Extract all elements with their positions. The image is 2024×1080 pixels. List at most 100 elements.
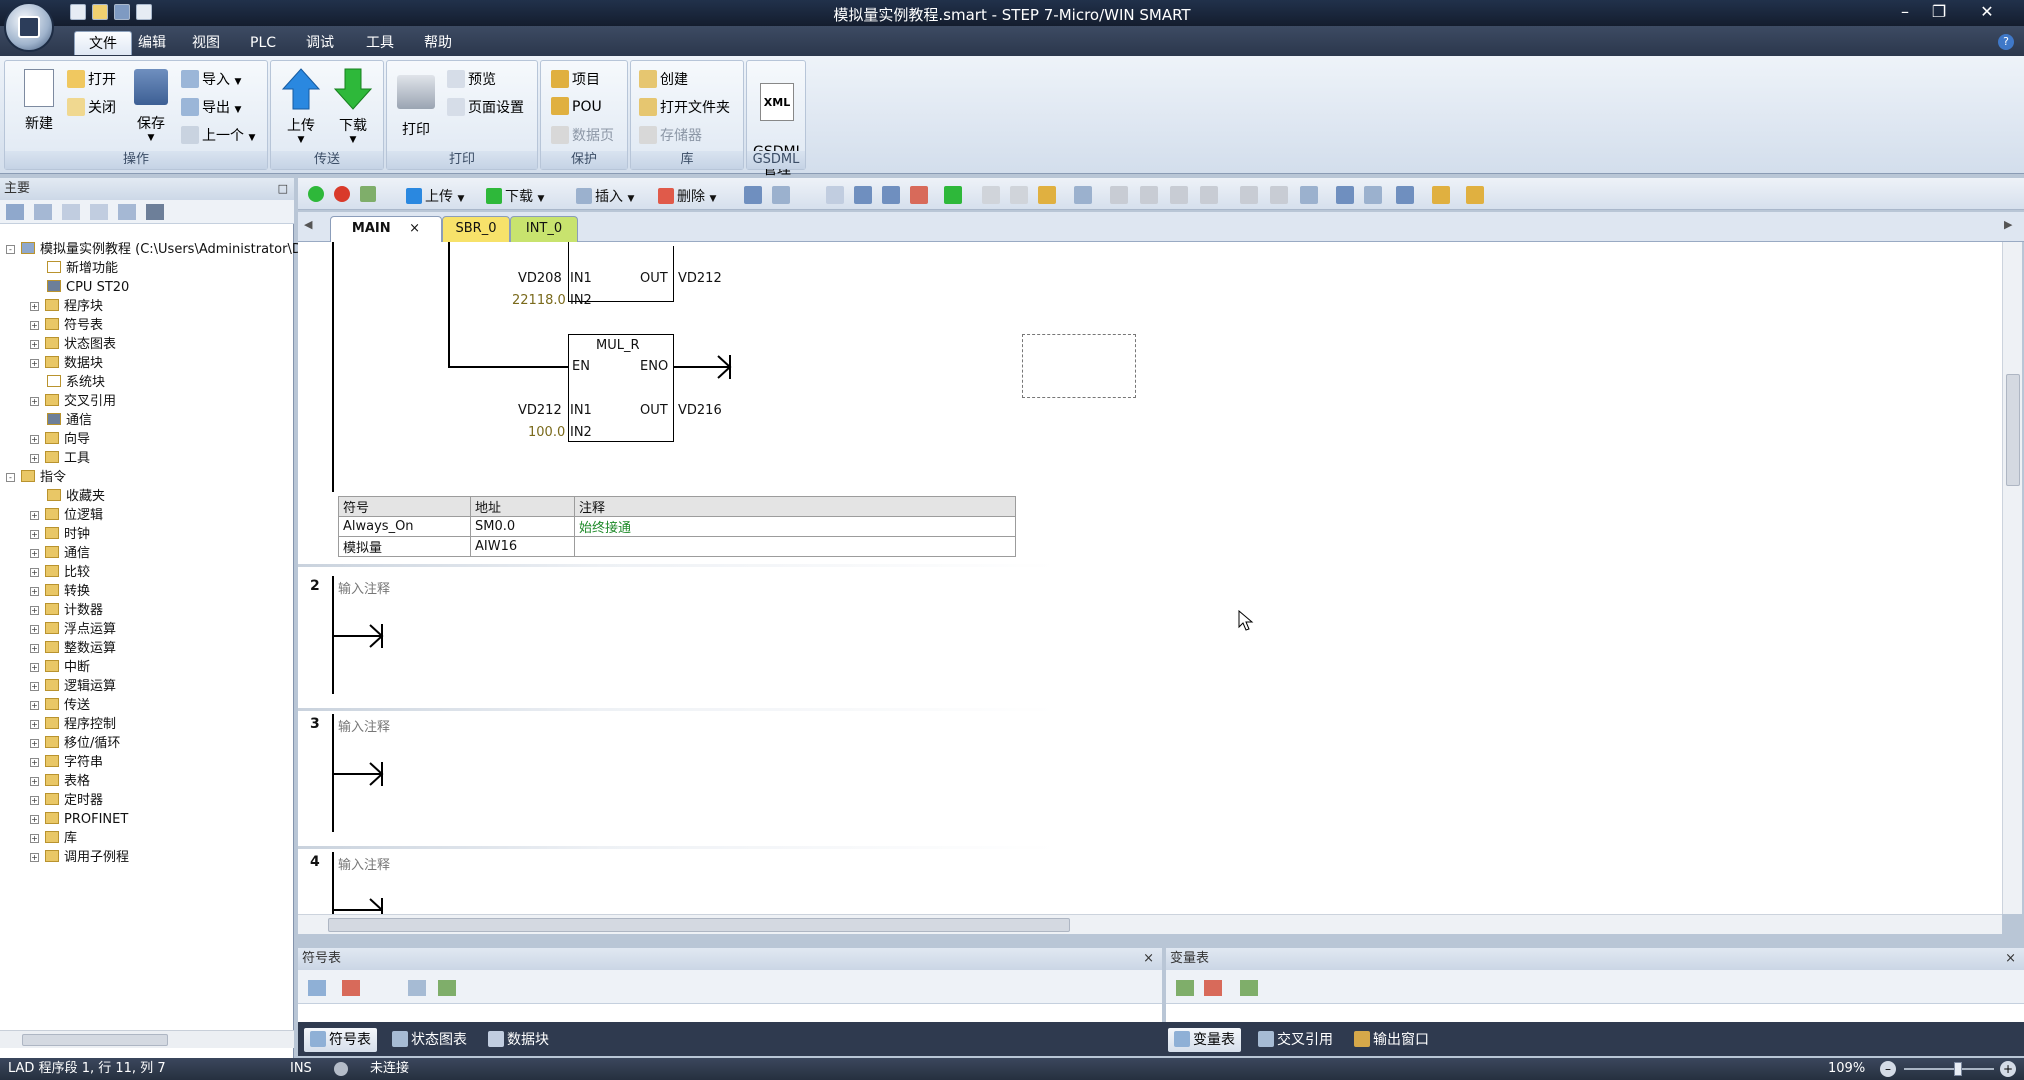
block2-in2-operand[interactable]: 100.0	[528, 425, 565, 440]
tree-item[interactable]: + 位逻辑	[6, 506, 294, 525]
tab-scroll-left-icon[interactable]: ◀	[304, 218, 312, 231]
new-button[interactable]: 新建	[13, 69, 65, 133]
tab-help[interactable]: 帮助	[410, 31, 466, 55]
tree-item[interactable]: CPU ST20	[6, 278, 294, 297]
tab-close-icon[interactable]: ×	[409, 221, 420, 236]
close-button[interactable]: 关闭	[67, 97, 116, 117]
tree-expander-icon[interactable]: +	[30, 739, 39, 748]
apply-var-icon[interactable]	[1240, 980, 1258, 996]
tree-item[interactable]: + 数据块	[6, 354, 294, 373]
application-menu-button[interactable]	[4, 2, 54, 52]
tab-plc[interactable]: PLC	[236, 31, 290, 55]
toolbar-tool-icon[interactable]	[1200, 186, 1218, 204]
toolbar-tool-icon[interactable]	[982, 186, 1000, 204]
toolbar-tool-icon[interactable]	[1038, 186, 1056, 204]
tree-item[interactable]: + 符号表	[6, 316, 294, 335]
tree-item[interactable]: + 定时器	[6, 791, 294, 810]
delete-var-icon[interactable]	[1204, 980, 1222, 996]
tree-item[interactable]: 收藏夹	[6, 487, 294, 506]
tab-scroll-right-icon[interactable]: ▶	[2004, 218, 2012, 231]
tree-expander-icon[interactable]: -	[6, 473, 15, 482]
ladder-editor[interactable]: VD208 IN1 22118.0 IN2 OUT VD212 MUL_R EN…	[298, 242, 2002, 914]
tab-view[interactable]: 视图	[178, 31, 234, 55]
save-button[interactable]: 保存 ▼	[129, 69, 173, 143]
delete-button[interactable]: 删除 ▼	[658, 186, 716, 206]
toolbar-tool-icon[interactable]	[1240, 186, 1258, 204]
help-icon[interactable]: ?	[1998, 34, 2014, 50]
tree-item[interactable]: + 整数运算	[6, 639, 294, 658]
tree-expander-icon[interactable]: -	[6, 245, 15, 254]
toolbar-tool-icon[interactable]	[1170, 186, 1188, 204]
apply-symbol-icon[interactable]	[438, 980, 456, 996]
insert-button[interactable]: 插入 ▼	[576, 186, 634, 206]
tab-main[interactable]: MAIN ×	[330, 216, 442, 242]
tree-item[interactable]: + 表格	[6, 772, 294, 791]
tree-item[interactable]: + 比较	[6, 563, 294, 582]
minimize-button[interactable]: –	[1888, 2, 1922, 22]
tree-expander-icon[interactable]: +	[30, 435, 39, 444]
block-view-icon[interactable]	[34, 204, 52, 220]
tree-horizontal-scrollbar[interactable]	[0, 1030, 294, 1048]
tree-item[interactable]: + 调用子例程	[6, 848, 294, 867]
tree-expander-icon[interactable]: +	[30, 663, 39, 672]
tree-expander-icon[interactable]: +	[30, 720, 39, 729]
tree-item[interactable]: + 工具	[6, 449, 294, 468]
tree-item[interactable]: + 转换	[6, 582, 294, 601]
toolbar-tool-icon[interactable]	[1396, 186, 1414, 204]
editor-vertical-scrollbar[interactable]	[2002, 242, 2022, 914]
tab-debug[interactable]: 调试	[292, 31, 348, 55]
download-button[interactable]: 下载 ▼	[329, 67, 377, 145]
tree-expander-icon[interactable]: +	[30, 454, 39, 463]
bottom-tab-symbol-table[interactable]: 符号表	[304, 1028, 377, 1052]
toolbar-tool-icon[interactable]	[910, 186, 928, 204]
toolbar-tool-icon[interactable]	[1336, 186, 1354, 204]
restore-button[interactable]: ❐	[1922, 2, 1956, 22]
tree-expander-icon[interactable]: +	[30, 796, 39, 805]
rung-comment[interactable]: 输入注释	[338, 716, 390, 735]
upload-button[interactable]: 上传 ▼	[277, 67, 325, 145]
preview-button[interactable]: 预览	[447, 69, 496, 89]
close-window-button[interactable]: ✕	[1970, 2, 2004, 22]
editor-upload-button[interactable]: 上传 ▼	[406, 186, 464, 206]
tree-expander-icon[interactable]: +	[30, 777, 39, 786]
bottom-tab-cross-reference[interactable]: 交叉引用	[1252, 1028, 1339, 1052]
toolbar-tool-icon[interactable]	[1432, 186, 1450, 204]
tree-expander-icon[interactable]: +	[30, 758, 39, 767]
toolbar-tool-icon[interactable]	[1466, 186, 1484, 204]
tree-item[interactable]: + PROFINET	[6, 810, 294, 829]
print-icon[interactable]	[136, 4, 152, 20]
tree-item[interactable]: + 浮点运算	[6, 620, 294, 639]
tree-expander-icon[interactable]: +	[30, 321, 39, 330]
tree-item[interactable]: + 字符串	[6, 753, 294, 772]
tree-expander-icon[interactable]: +	[30, 302, 39, 311]
editor-download-button[interactable]: 下载 ▼	[486, 186, 544, 206]
tab-edit[interactable]: 编辑	[124, 31, 180, 55]
toolbar-tool-icon[interactable]	[1364, 186, 1382, 204]
tree-item[interactable]: + 程序控制	[6, 715, 294, 734]
tree-expander-icon[interactable]: +	[30, 511, 39, 520]
tree-item[interactable]: + 向导	[6, 430, 294, 449]
toolbar-tool-icon[interactable]	[944, 186, 962, 204]
block2-out-operand[interactable]: VD216	[678, 403, 722, 418]
zoom-out-icon[interactable]: –	[1880, 1061, 1896, 1077]
var-panel-close-icon[interactable]: ×	[2005, 948, 2016, 970]
editor-vscroll-thumb[interactable]	[2006, 374, 2020, 486]
open-folder-button[interactable]: 打开文件夹	[639, 97, 730, 117]
tab-int0[interactable]: INT_0	[510, 216, 578, 242]
toolbar-tool-icon[interactable]	[1270, 186, 1288, 204]
compile-icon[interactable]	[360, 186, 376, 202]
tree-item[interactable]: + 库	[6, 829, 294, 848]
create-library-button[interactable]: 创建	[639, 69, 688, 89]
tree-expander-icon[interactable]: +	[30, 853, 39, 862]
tree-view-icon[interactable]	[6, 204, 24, 220]
zoom-in-icon[interactable]: +	[2000, 1061, 2016, 1077]
page-setup-button[interactable]: 页面设置	[447, 97, 524, 117]
tree-expander-icon[interactable]: +	[30, 701, 39, 710]
block1-out-operand[interactable]: VD212	[678, 271, 722, 286]
import-button[interactable]: 导入 ▼	[181, 69, 241, 89]
new-file-icon[interactable]	[70, 4, 86, 20]
stop-icon[interactable]	[334, 186, 350, 202]
zoom-slider-thumb[interactable]	[1954, 1062, 1962, 1076]
toolbar-tool-icon[interactable]	[1110, 186, 1128, 204]
tree-item[interactable]: + 通信	[6, 544, 294, 563]
